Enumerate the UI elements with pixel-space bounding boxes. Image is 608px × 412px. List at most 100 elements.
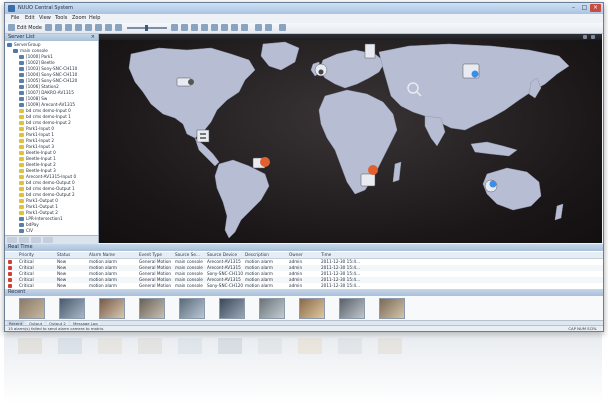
tab-server-list[interactable]: [7, 237, 17, 243]
tab-layout[interactable]: [43, 237, 53, 243]
menu-file[interactable]: File: [11, 14, 19, 23]
server-icon: [7, 43, 12, 47]
tree-item-label: bd cms demo-Input 1: [26, 114, 71, 119]
redo-icon[interactable]: [75, 24, 82, 31]
close-icon[interactable]: ×: [91, 34, 95, 41]
copy-icon[interactable]: [95, 24, 102, 31]
snapshot-thumbnail[interactable]: [179, 298, 205, 319]
column-header[interactable]: Status: [57, 252, 70, 258]
server-icon: [13, 49, 18, 53]
tree-item[interactable]: CIV: [19, 228, 33, 234]
tree-item-label: Beetle-Input 3: [26, 168, 56, 173]
tree-item-label: [1004] Sony-SNC-CH110: [26, 72, 78, 77]
camera-marker-north-america[interactable]: [176, 77, 194, 87]
edit-mode-button[interactable]: Edit Mode: [17, 23, 42, 33]
camera-icon: [19, 73, 24, 77]
camera-icon: [19, 91, 24, 95]
dome-camera-marker-europe[interactable]: [314, 63, 328, 77]
recent-title: Recent: [8, 289, 26, 295]
tab-device[interactable]: [19, 237, 29, 243]
tree-item-label: bd cms demo-Output 1: [26, 186, 75, 191]
snapshot-thumbnail[interactable]: [99, 298, 125, 319]
recent-header: Recent: [5, 289, 603, 296]
info-pin-australia[interactable]: [484, 179, 498, 193]
io-icon: [19, 187, 24, 191]
close-icon[interactable]: [591, 35, 595, 39]
alert-pin-south-america[interactable]: [252, 157, 270, 169]
pin-icon[interactable]: [583, 35, 587, 39]
africa: [318, 89, 398, 195]
column-header[interactable]: Time: [321, 252, 331, 258]
layout-icon[interactable]: [201, 24, 208, 31]
reflection-thumbnail: [178, 338, 202, 354]
maximize-button[interactable]: □: [579, 4, 590, 12]
tree-item-label: [1007] DAKRO-AV1315: [26, 90, 74, 95]
fit-icon[interactable]: [181, 24, 188, 31]
paste-icon[interactable]: [105, 24, 112, 31]
column-header[interactable]: Event Type: [139, 252, 162, 258]
tree-item-label: bd cms demo-Output 0: [26, 180, 75, 185]
menu-help[interactable]: Help: [89, 14, 100, 23]
server-marker-asia[interactable]: [462, 63, 480, 79]
camera-icon: [19, 223, 24, 227]
io-icon: [19, 121, 24, 125]
column-header[interactable]: Source Se...: [175, 252, 200, 258]
bottom-panel: Real Time Priority Status Alarm Name Event …: [5, 244, 603, 331]
column-header[interactable]: Source Device: [207, 252, 237, 258]
settings-icon[interactable]: [241, 24, 248, 31]
open-icon[interactable]: [45, 24, 52, 31]
snapshot-thumbnail[interactable]: [219, 298, 245, 319]
world-map-view[interactable]: [99, 34, 602, 243]
edit-mode-icon[interactable]: [8, 24, 15, 31]
zoom-in-icon[interactable]: [171, 24, 178, 31]
zoom-out-icon[interactable]: [115, 24, 122, 31]
camera-icon[interactable]: [211, 24, 218, 31]
close-button[interactable]: ×: [590, 4, 601, 12]
snapshot-thumbnail[interactable]: [59, 298, 85, 319]
io-icon: [19, 145, 24, 149]
cut-icon[interactable]: [85, 24, 92, 31]
camera-icon: [19, 61, 24, 65]
menu-view[interactable]: View: [39, 14, 51, 23]
zoom-slider-handle[interactable]: [145, 25, 148, 31]
snapshot-thumbnail[interactable]: [19, 298, 45, 319]
map-icon[interactable]: [231, 24, 238, 31]
severity-icon: [8, 260, 12, 264]
tree-item-label: bdPay: [26, 222, 39, 227]
column-header[interactable]: Priority: [19, 252, 34, 258]
menu-zoom[interactable]: Zoom: [72, 14, 86, 23]
device-marker-europe-east[interactable]: [364, 43, 376, 59]
column-header[interactable]: Owner: [289, 252, 303, 258]
tree-item-label: Park1-Input 3: [26, 144, 55, 149]
snapshot-thumbnail[interactable]: [339, 298, 365, 319]
snapshot-thumbnail[interactable]: [259, 298, 285, 319]
app-icon: [8, 5, 15, 12]
tree-item-label: Arecont-AV1315-Input 0: [26, 174, 77, 179]
save-icon[interactable]: [55, 24, 62, 31]
grid-icon[interactable]: [191, 24, 198, 31]
tab-map[interactable]: [31, 237, 41, 243]
snapshot-thumbnail[interactable]: [139, 298, 165, 319]
recent-snapshots: [5, 296, 603, 320]
new-zealand: [554, 203, 564, 221]
chevron-down-icon[interactable]: [279, 24, 286, 31]
camera-icon: [19, 79, 24, 83]
window-reflection: [4, 334, 602, 404]
tree-item-label: bd cms demo-Input 0: [26, 108, 71, 113]
column-header[interactable]: Description: [245, 252, 269, 258]
add-icon[interactable]: [265, 24, 272, 31]
tree-item-label: [1005] Sony-SNC-CH120: [26, 78, 78, 83]
status-message: 15 alarm(s) failed to send alarm camera …: [8, 326, 105, 331]
menu-edit[interactable]: Edit: [25, 14, 35, 23]
zoom-slider[interactable]: [127, 25, 167, 31]
menu-tools[interactable]: Tools: [55, 14, 67, 23]
io-icon: [19, 133, 24, 137]
column-header[interactable]: Alarm Name: [89, 252, 115, 258]
alarm-icon[interactable]: [221, 24, 228, 31]
snapshot-thumbnail[interactable]: [379, 298, 405, 319]
server-marker-atlantic[interactable]: [196, 129, 210, 143]
delete-icon[interactable]: [255, 24, 262, 31]
minimize-button[interactable]: –: [568, 4, 579, 12]
undo-icon[interactable]: [65, 24, 72, 31]
snapshot-thumbnail[interactable]: [299, 298, 325, 319]
